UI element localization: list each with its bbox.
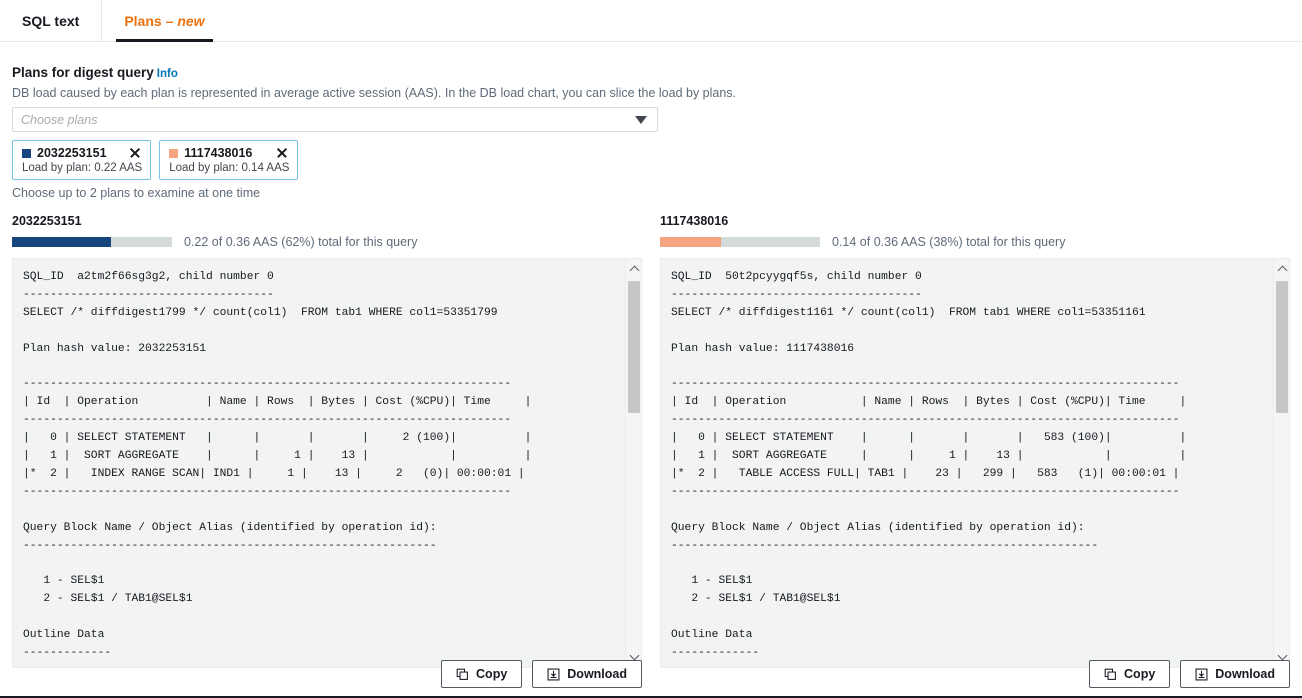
plan-code-text: SQL_ID 50t2pcyygqf5s, child number 0 ---… — [661, 259, 1273, 667]
copy-button[interactable]: Copy — [441, 660, 522, 688]
section-title: Plans for digest queryInfo — [12, 64, 1290, 83]
copy-button[interactable]: Copy — [1089, 660, 1170, 688]
copy-button-label: Copy — [1124, 667, 1155, 681]
chevron-down-icon — [635, 116, 647, 124]
section-title-text: Plans for digest query — [12, 65, 154, 80]
plan-code-text: SQL_ID a2tm2f66sg3g2, child number 0 ---… — [13, 259, 625, 667]
plan-panel-left: 2032253151 0.22 of 0.36 AAS (62%) total … — [12, 214, 642, 668]
footer-actions: Copy Download — [12, 660, 1290, 690]
copy-icon — [456, 668, 469, 681]
tab-sql-text-label: SQL text — [22, 13, 79, 29]
download-button[interactable]: Download — [532, 660, 642, 688]
plan-code-box: SQL_ID 50t2pcyygqf5s, child number 0 ---… — [660, 258, 1290, 668]
tab-plans-label: Plans — [124, 13, 161, 29]
plan-code-scrollbar[interactable] — [1273, 259, 1289, 667]
info-link[interactable]: Info — [157, 68, 178, 80]
tab-plans[interactable]: Plans – new — [102, 0, 226, 41]
right-panel-actions: Copy Download — [660, 660, 1290, 690]
plan-chip-id: 2032253151 — [37, 146, 112, 160]
plans-comparison-page: SQL text Plans – new Plans for digest qu… — [0, 0, 1302, 698]
page-content: Plans for digest queryInfo DB load cause… — [0, 64, 1302, 668]
plan-load-bar-fill — [660, 237, 721, 247]
plan-chip[interactable]: 2032253151 Load by plan: 0.22 AAS — [12, 140, 151, 180]
download-button-label: Download — [567, 667, 627, 681]
download-icon — [1195, 668, 1208, 681]
plan-code-scrollbar[interactable] — [625, 259, 641, 667]
chevron-up-icon[interactable] — [626, 261, 642, 277]
tab-plans-new-badge: – new — [166, 13, 205, 29]
plan-selection-hint: Choose up to 2 plans to examine at one t… — [12, 186, 1290, 200]
download-icon — [547, 668, 560, 681]
download-button[interactable]: Download — [1180, 660, 1290, 688]
plan-load-bar-track — [660, 237, 820, 247]
plan-chip-load: Load by plan: 0.14 AAS — [169, 162, 289, 174]
plan-chip-header: 1117438016 — [169, 146, 289, 160]
plan-panel-right: 1117438016 0.14 of 0.36 AAS (38%) total … — [660, 214, 1290, 668]
tab-bar: SQL text Plans – new — [0, 0, 1302, 42]
scrollbar-thumb[interactable] — [628, 281, 640, 413]
choose-plans-select[interactable]: Choose plans — [12, 107, 658, 132]
plan-panels: 2032253151 0.22 of 0.36 AAS (62%) total … — [12, 214, 1290, 668]
plan-load-bar-label: 0.14 of 0.36 AAS (38%) total for this qu… — [832, 235, 1065, 249]
close-icon[interactable] — [128, 146, 142, 160]
plan-chip-load: Load by plan: 0.22 AAS — [22, 162, 142, 174]
plan-load-bar-row: 0.22 of 0.36 AAS (62%) total for this qu… — [12, 234, 642, 250]
tab-sql-text[interactable]: SQL text — [0, 0, 102, 41]
plan-panel-title: 1117438016 — [660, 214, 1290, 228]
plan-code-box: SQL_ID a2tm2f66sg3g2, child number 0 ---… — [12, 258, 642, 668]
copy-icon — [1104, 668, 1117, 681]
plan-load-bar-row: 0.14 of 0.36 AAS (38%) total for this qu… — [660, 234, 1290, 250]
plan-panel-title: 2032253151 — [12, 214, 642, 228]
plan-load-bar-fill — [12, 237, 111, 247]
plan-color-swatch — [169, 149, 178, 158]
plan-color-swatch — [22, 149, 31, 158]
plan-chip[interactable]: 1117438016 Load by plan: 0.14 AAS — [159, 140, 298, 180]
choose-plans-placeholder: Choose plans — [21, 113, 635, 127]
download-button-label: Download — [1215, 667, 1275, 681]
chevron-up-icon[interactable] — [1274, 261, 1290, 277]
plan-load-bar-track — [12, 237, 172, 247]
copy-button-label: Copy — [476, 667, 507, 681]
scrollbar-thumb[interactable] — [1276, 281, 1288, 413]
left-panel-actions: Copy Download — [12, 660, 642, 690]
section-description: DB load caused by each plan is represent… — [12, 85, 1290, 101]
plan-load-bar-label: 0.22 of 0.36 AAS (62%) total for this qu… — [184, 235, 417, 249]
close-icon[interactable] — [275, 146, 289, 160]
plan-chip-header: 2032253151 — [22, 146, 142, 160]
plan-chip-id: 1117438016 — [184, 146, 259, 160]
selected-plan-chips: 2032253151 Load by plan: 0.22 AAS 111743… — [12, 140, 1290, 180]
